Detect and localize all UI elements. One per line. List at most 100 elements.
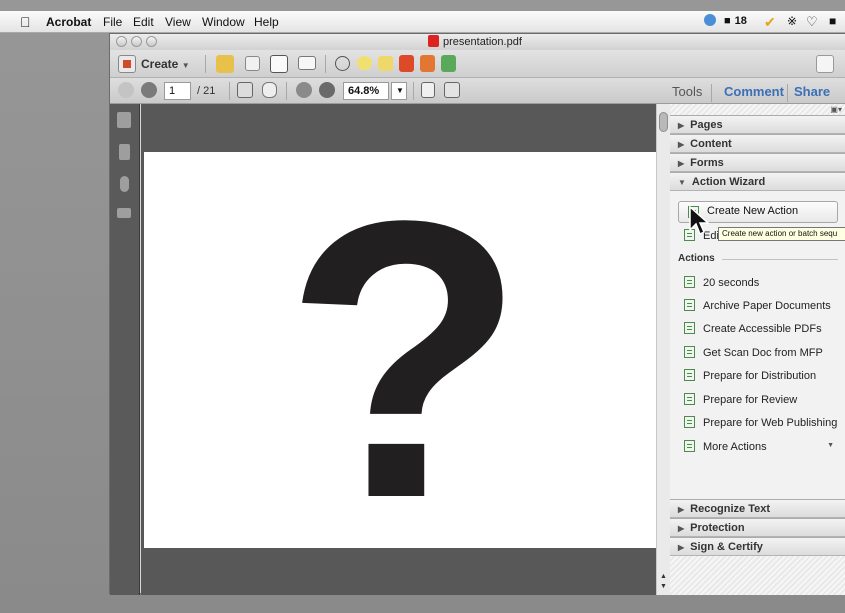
- export-pdf-icon[interactable]: [399, 55, 414, 72]
- section-content[interactable]: ▶ Content: [670, 134, 845, 153]
- tools-panel: ▣▾ ▶ Pages ▶ Content ▶ Forms ▼ Action Wizard…: [670, 104, 845, 595]
- action-item[interactable]: Prepare for Distribution: [684, 369, 816, 389]
- action-icon: [684, 346, 695, 358]
- apple-icon[interactable]: : [20, 14, 31, 30]
- section-recognize-text[interactable]: ▶ Recognize Text: [670, 499, 845, 518]
- scroll-down-arrow-icon[interactable]: ▼: [660, 583, 667, 590]
- section-sign-certify[interactable]: ▶ Sign & Certify: [670, 537, 845, 556]
- zoom-in-icon[interactable]: [319, 82, 335, 98]
- collapsed-triangle-icon: ▶: [678, 140, 685, 149]
- vertical-scrollbar[interactable]: ▲ ▼: [656, 104, 670, 595]
- divider: [722, 259, 838, 260]
- action-icon: [684, 393, 695, 405]
- menu-view[interactable]: View: [165, 15, 191, 29]
- display-icon[interactable]: ■: [829, 14, 836, 28]
- tab-tools[interactable]: Tools: [672, 82, 702, 102]
- fit-width-icon[interactable]: [444, 82, 460, 98]
- fit-page-icon[interactable]: [421, 82, 435, 98]
- action-item[interactable]: Prepare for Review: [684, 393, 797, 413]
- action-item[interactable]: Archive Paper Documents: [684, 299, 831, 319]
- chevron-down-icon: ▼: [181, 61, 190, 70]
- navigation-toolbar: 1 / 21 64.8% ▼ Tools Comment Share: [110, 78, 845, 104]
- action-icon: [684, 276, 695, 288]
- scrollbar-thumb[interactable]: [659, 112, 668, 132]
- app-menu[interactable]: Acrobat: [46, 15, 91, 29]
- panel-options-icon[interactable]: ▣▾: [830, 105, 842, 114]
- action-item[interactable]: Get Scan Doc from MFP: [684, 346, 823, 366]
- collapsed-triangle-icon: ▶: [678, 505, 685, 514]
- actions-heading: Actions: [678, 253, 838, 264]
- next-page-icon[interactable]: [141, 82, 157, 98]
- hand-tool-icon[interactable]: [262, 82, 277, 98]
- tab-share[interactable]: Share: [794, 82, 830, 102]
- action-icon: [684, 440, 695, 452]
- zoom-out-icon[interactable]: [296, 82, 312, 98]
- title-bar: presentation.pdf: [110, 34, 845, 50]
- menu-help[interactable]: Help: [254, 15, 279, 29]
- more-actions-item[interactable]: More Actions ▼: [684, 440, 834, 460]
- expanded-triangle-icon: ▼: [678, 178, 686, 187]
- collapsed-triangle-icon: ▶: [678, 524, 685, 533]
- share-pdf-icon[interactable]: [441, 55, 456, 72]
- action-item[interactable]: Create Accessible PDFs: [684, 322, 822, 342]
- pdf-page[interactable]: ?: [144, 152, 656, 557]
- fullscreen-icon[interactable]: [816, 55, 834, 73]
- create-button[interactable]: Create ▼: [141, 57, 190, 75]
- comment-icon[interactable]: [357, 56, 372, 70]
- section-action-wizard[interactable]: ▼ Action Wizard: [670, 172, 845, 191]
- check-icon[interactable]: ✔: [764, 14, 776, 31]
- chevron-down-icon: ▼: [827, 442, 834, 449]
- signature-icon[interactable]: [117, 208, 131, 218]
- tooltip: Create new action or batch sequ: [718, 227, 845, 241]
- page-total: / 21: [197, 85, 216, 97]
- zoom-dropdown-chevron-icon[interactable]: ▼: [391, 82, 407, 100]
- open-folder-icon[interactable]: [216, 55, 234, 73]
- zoom-button[interactable]: [146, 36, 157, 47]
- previous-page-icon[interactable]: [118, 82, 134, 98]
- tab-comment[interactable]: Comment: [724, 82, 784, 102]
- section-pages[interactable]: ▶ Pages: [670, 115, 845, 134]
- main-toolbar: Create ▼: [110, 50, 845, 78]
- menu-window[interactable]: Window: [202, 15, 245, 29]
- menu-bar:  Acrobat File Edit View Window Help ■18…: [0, 11, 845, 33]
- section-forms[interactable]: ▶ Forms: [670, 153, 845, 172]
- collapsed-triangle-icon: ▶: [678, 159, 685, 168]
- acrobat-window: presentation.pdf Create ▼ 1 / 21 64.8% ▼: [109, 33, 845, 595]
- action-icon: [684, 322, 695, 334]
- action-icon: [684, 299, 695, 311]
- action-item[interactable]: 20 seconds: [684, 276, 759, 296]
- menu-edit[interactable]: Edit: [133, 15, 154, 29]
- wifi-icon[interactable]: ♡: [806, 14, 818, 30]
- convert-pdf-icon[interactable]: [420, 55, 435, 72]
- bluetooth-icon[interactable]: ※: [787, 14, 797, 28]
- select-tool-icon[interactable]: [237, 82, 253, 98]
- action-item[interactable]: Prepare for Web Publishing: [684, 416, 837, 436]
- email-icon[interactable]: [298, 56, 316, 70]
- print-icon[interactable]: [270, 55, 288, 73]
- question-mark-glyph: ?: [284, 138, 526, 580]
- document-view[interactable]: ?: [141, 104, 656, 595]
- section-protection[interactable]: ▶ Protection: [670, 518, 845, 537]
- page-thumbnails-icon[interactable]: [117, 112, 131, 128]
- highlight-icon[interactable]: [378, 56, 393, 71]
- save-icon[interactable]: [245, 56, 260, 71]
- zoom-input[interactable]: 64.8%: [343, 82, 389, 100]
- adobe-badge[interactable]: ■ 18: [724, 15, 747, 27]
- scroll-up-arrow-icon[interactable]: ▲: [660, 573, 667, 580]
- pdf-icon: [428, 35, 439, 47]
- attachment-icon[interactable]: [120, 176, 129, 192]
- action-icon: [684, 416, 695, 428]
- minimize-button[interactable]: [131, 36, 142, 47]
- page-number-input[interactable]: 1: [164, 82, 191, 100]
- bookmark-icon[interactable]: [119, 144, 130, 160]
- gear-icon[interactable]: [335, 56, 350, 71]
- collapsed-triangle-icon: ▶: [678, 121, 685, 130]
- mouse-pointer-icon: [689, 206, 710, 236]
- action-icon: [684, 369, 695, 381]
- navigation-pane: [110, 104, 140, 595]
- window-title: presentation.pdf: [428, 35, 522, 48]
- menu-file[interactable]: File: [103, 15, 122, 29]
- create-icon: [118, 55, 136, 73]
- close-button[interactable]: [116, 36, 127, 47]
- dropbox-icon[interactable]: [704, 14, 716, 29]
